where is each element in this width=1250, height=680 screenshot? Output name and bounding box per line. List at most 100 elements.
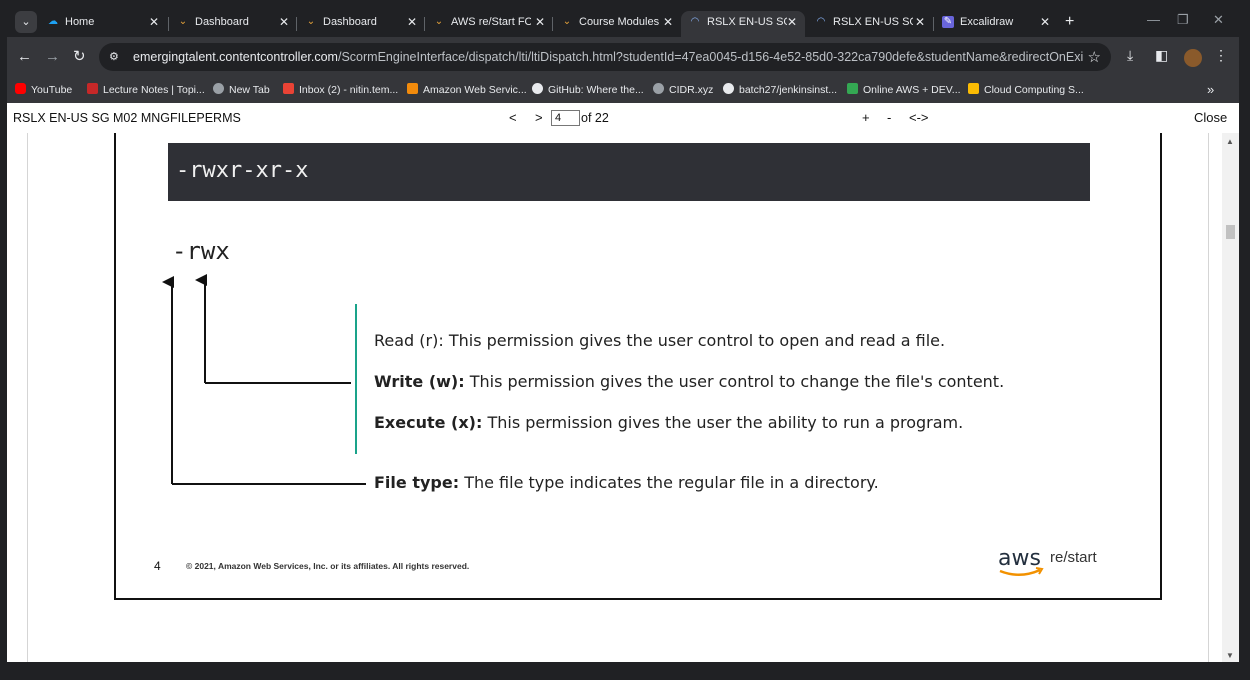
tab-title: Excalidraw [960,16,1014,28]
url-text[interactable]: emergingtalent.contentcontroller.com/Sco… [133,50,1083,64]
lecture-notes-icon [87,83,98,94]
aws-logo: aws [998,546,1044,576]
canvas-icon: ⌄ [562,16,572,27]
browser-toolbar: ← → ↻ ⚙ emergingtalent.contentcontroller… [7,37,1239,77]
excalidraw-icon: ✎ [942,16,954,28]
bookmark-aws[interactable]: Amazon Web Servic... [407,81,527,99]
bookmark-lecture-notes[interactable]: Lecture Notes | Topi... [87,81,205,99]
globe-icon [653,83,664,94]
tab-title: Home [65,16,95,28]
close-icon[interactable]: ✕ [787,11,797,33]
page-number-input[interactable]: 4 [551,110,580,126]
tab-title: Course Modules: [579,16,659,28]
menu-icon[interactable]: ⋮ [1214,47,1228,64]
content-area: -rwxr-xr-x -rwx Read (r): This permissio… [7,133,1222,662]
close-icon[interactable]: ✕ [663,11,673,33]
vertical-scrollbar[interactable]: ▲ ▼ [1222,133,1239,662]
canvas-icon: ⌄ [306,16,316,27]
sheets-icon [847,83,858,94]
slide-page-number: 4 [154,559,161,573]
canvas-icon: ⌄ [178,16,188,27]
youtube-icon [15,83,26,94]
execute-description: Execute (x): This permission gives the u… [374,413,964,432]
next-page-button[interactable]: > [535,110,543,125]
scroll-down-icon[interactable]: ▼ [1226,651,1234,660]
file-type-description: File type: The file type indicates the r… [374,473,879,492]
tab-rslx-2[interactable]: ◠ RSLX EN-US SG I ✕ [807,11,933,37]
prev-page-button[interactable]: < [509,110,517,125]
back-button[interactable]: ← [17,47,32,67]
close-icon[interactable]: ✕ [535,11,545,33]
close-icon[interactable]: ✕ [279,11,289,33]
tab-title: RSLX EN-US SG I [707,16,787,28]
address-bar[interactable]: ⚙ emergingtalent.contentcontroller.com/S… [99,43,1111,71]
globe-icon [213,83,224,94]
restart-logo-text: re/start [1050,549,1097,566]
tab-rslx-active[interactable]: ◠ RSLX EN-US SG I ✕ [681,11,805,37]
new-tab-button[interactable]: + [1065,11,1074,33]
site-info-icon[interactable]: ⚙ [109,49,125,65]
tab-dashboard-1[interactable]: ⌄ Dashboard ✕ [169,11,297,37]
tab-aws-restart[interactable]: ⌄ AWS re/Start FO ✕ [425,11,553,37]
salesforce-cloud-icon: ☁ [48,16,58,27]
side-panel-icon[interactable]: ◧ [1155,47,1168,64]
google-drive-icon [968,83,979,94]
close-icon[interactable]: ✕ [407,11,417,33]
bookmark-youtube[interactable]: YouTube [15,81,72,99]
loading-icon: ◠ [690,16,700,27]
github-icon [532,83,543,94]
bookmark-cidr[interactable]: CIDR.xyz [653,81,713,99]
scroll-up-icon[interactable]: ▲ [1226,137,1234,146]
profile-avatar[interactable] [1184,49,1202,67]
github-icon [723,83,734,94]
bookmark-online-aws[interactable]: Online AWS + DEV... [847,81,961,99]
bookmarks-bar: YouTube Lecture Notes | Topi... New Tab … [7,77,1239,103]
close-icon[interactable]: ✕ [149,11,159,33]
write-description: Write (w): This permission gives the use… [374,372,1005,391]
bookmark-new-tab[interactable]: New Tab [213,81,270,99]
reload-button[interactable]: ↻ [73,47,86,67]
tab-title: Dashboard [323,16,377,28]
page-frame: -rwxr-xr-x -rwx Read (r): This permissio… [27,133,1209,662]
loading-icon: ◠ [816,16,826,27]
tab-search-button[interactable]: ⌄ [15,11,37,33]
bookmark-inbox[interactable]: Inbox (2) - nitin.tem... [283,81,398,99]
tab-title: Dashboard [195,16,249,28]
slide: -rwxr-xr-x -rwx Read (r): This permissio… [114,133,1162,600]
restore-icon[interactable]: ❐ [1177,12,1189,28]
tab-home[interactable]: ☁ Home ✕ [39,11,167,37]
aws-cube-icon [407,83,418,94]
permission-diagram [162,274,366,485]
bookmark-jenkins[interactable]: batch27/jenkinsinst... [723,81,837,99]
canvas-icon: ⌄ [434,16,444,27]
download-icon[interactable]: ⤓ [1127,47,1133,64]
bookmark-cloud-computing[interactable]: Cloud Computing S... [968,81,1084,99]
more-bookmarks-icon[interactable]: » [1207,81,1214,99]
scroll-thumb[interactable] [1226,225,1235,239]
tab-course-modules[interactable]: ⌄ Course Modules: ✕ [553,11,681,37]
forward-button[interactable]: → [45,47,60,67]
minimize-icon[interactable]: — [1147,12,1160,27]
tab-title: AWS re/Start FO [451,16,531,28]
viewer-header: RSLX EN-US SG M02 MNGFILEPERMS < > 4 of … [7,103,1239,134]
copyright-notice: © 2021, Amazon Web Services, Inc. or its… [186,561,470,571]
tab-excalidraw[interactable]: ✎ Excalidraw ✕ [934,11,1058,37]
browser-window: ⌄ ☁ Home ✕ ⌄ Dashboard ✕ ⌄ Dashboard ✕ ⌄… [7,7,1239,662]
window-close-icon[interactable]: ✕ [1213,12,1224,28]
zoom-in-button[interactable]: + [862,110,870,125]
bookmark-star-icon[interactable]: ☆ [1088,48,1101,66]
close-icon[interactable]: ✕ [915,11,925,33]
close-button[interactable]: Close [1194,110,1227,125]
page-total: of 22 [581,111,609,125]
tab-title: RSLX EN-US SG I [833,16,913,28]
fit-width-button[interactable]: <-> [909,110,929,125]
svg-text:aws: aws [998,546,1041,571]
gmail-icon [283,83,294,94]
module-title: RSLX EN-US SG M02 MNGFILEPERMS [13,111,241,125]
tab-dashboard-2[interactable]: ⌄ Dashboard ✕ [297,11,425,37]
bookmark-github[interactable]: GitHub: Where the... [532,81,644,99]
tab-strip: ⌄ ☁ Home ✕ ⌄ Dashboard ✕ ⌄ Dashboard ✕ ⌄… [7,7,1239,37]
zoom-out-button[interactable]: - [887,110,891,125]
read-description: Read (r): This permission gives the user… [374,331,946,350]
close-icon[interactable]: ✕ [1040,11,1050,33]
